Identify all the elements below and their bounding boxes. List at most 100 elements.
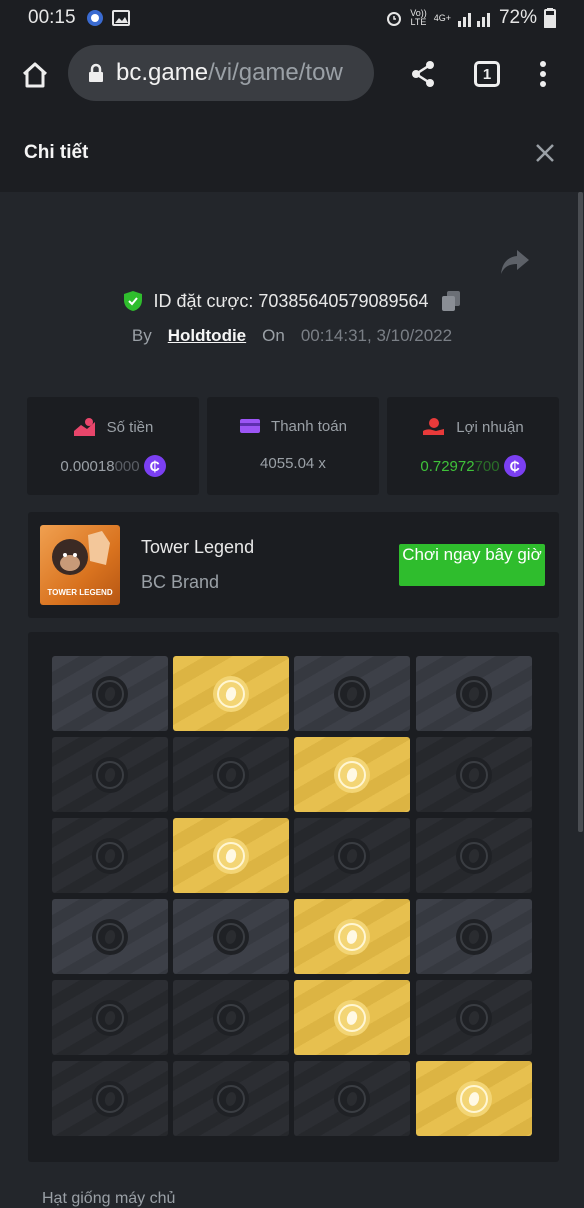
gallery-icon <box>111 10 130 26</box>
stat-amount: Số tiền 0.00018 000 ₵ <box>27 397 199 495</box>
network-type-label: 4G+ <box>433 13 451 23</box>
tile-revealed <box>294 737 410 812</box>
gem-icon <box>92 1000 128 1036</box>
volte-label: Vo)) LTE <box>410 8 427 27</box>
home-icon[interactable] <box>20 60 50 90</box>
thumb-label: TOWER LEGEND <box>47 588 113 597</box>
copy-icon[interactable] <box>441 290 461 312</box>
battery-percent: 72% <box>498 7 537 28</box>
stat-payout: Thanh toán 4055.04 x <box>207 397 379 495</box>
gem-icon <box>213 676 249 712</box>
tile-hidden <box>294 818 410 893</box>
tile-hidden <box>294 1061 410 1136</box>
verified-shield-icon <box>124 291 143 311</box>
tile-revealed <box>294 899 410 974</box>
tile-hidden <box>52 980 168 1055</box>
stat-label: Thanh toán <box>207 417 379 435</box>
game-thumbnail[interactable]: TOWER LEGEND <box>40 525 120 605</box>
bet-id-label: ID đặt cược: <box>153 290 254 311</box>
battery-icon <box>544 8 556 28</box>
gem-icon <box>213 1000 249 1036</box>
gem-icon <box>213 1081 249 1117</box>
wallet-icon <box>240 419 261 433</box>
address-bar[interactable]: bc.game/vi/game/tow <box>68 45 374 101</box>
gem-icon <box>92 919 128 955</box>
gem-icon <box>92 838 128 874</box>
share-icon[interactable] <box>410 60 436 88</box>
clock: 00:15 <box>28 7 76 28</box>
tile-hidden <box>416 656 532 731</box>
stat-profit: Lợi nhuận 0.72972 700 ₵ <box>387 397 559 495</box>
tile-hidden <box>173 1061 289 1136</box>
stat-value: 0.00018 000 ₵ <box>27 455 199 477</box>
gorilla-icon <box>52 531 110 575</box>
url-host: bc.game <box>116 59 209 86</box>
stat-label: Số tiền <box>27 417 199 437</box>
tile-hidden <box>52 899 168 974</box>
more-menu-icon[interactable] <box>538 60 548 88</box>
game-brand: BC Brand <box>141 572 220 592</box>
tile-hidden <box>416 899 532 974</box>
server-seed-label: Hạt giống máy chủ <box>42 1190 176 1207</box>
bet-byline: By Holdtodie On 00:14:31, 3/10/2022 <box>0 326 584 346</box>
gem-icon <box>334 1000 370 1036</box>
coin-icon: ₵ <box>143 455 166 477</box>
tile-hidden <box>294 656 410 731</box>
vpn-icon <box>86 10 103 26</box>
stat-label: Lợi nhuận <box>387 417 559 437</box>
tower-board <box>28 632 559 1162</box>
bet-datetime: 00:14:31, 3/10/2022 <box>300 326 453 345</box>
tile-hidden <box>52 737 168 812</box>
gem-icon <box>456 838 492 874</box>
tile-hidden <box>173 980 289 1055</box>
tile-revealed <box>294 980 410 1055</box>
alarm-icon <box>387 12 402 26</box>
scrollbar[interactable] <box>578 192 583 832</box>
stat-value: 4055.04 x <box>260 455 326 472</box>
status-bar: 00:15 Vo)) LTE 4G+ 72% <box>0 0 584 36</box>
gem-icon <box>92 757 128 793</box>
gem-icon <box>213 757 249 793</box>
profit-icon <box>423 418 445 435</box>
gem-icon <box>334 1081 370 1117</box>
tile-hidden <box>416 980 532 1055</box>
stat-value: 0.72972 700 ₵ <box>387 455 559 477</box>
gem-icon <box>334 757 370 793</box>
tile-hidden <box>52 1061 168 1136</box>
tile-hidden <box>52 818 168 893</box>
by-label: By <box>131 326 152 345</box>
gem-icon <box>456 919 492 955</box>
gem-icon <box>334 838 370 874</box>
game-card: TOWER LEGEND Tower Legend BC Brand Chơi … <box>28 512 559 618</box>
signal-icon <box>457 13 490 27</box>
gem-icon <box>456 676 492 712</box>
gem-icon <box>334 676 370 712</box>
game-name[interactable]: Tower Legend <box>141 537 254 558</box>
close-icon[interactable] <box>534 142 556 164</box>
tile-revealed <box>416 1061 532 1136</box>
gem-icon <box>92 676 128 712</box>
bet-amount-icon <box>73 418 95 436</box>
lock-icon <box>89 63 103 82</box>
bet-id-row: ID đặt cược: 70385640579089564 <box>0 290 584 312</box>
username-link[interactable]: Holdtodie <box>168 326 246 346</box>
play-now-button[interactable]: Chơi ngay bây giờ <box>399 544 545 586</box>
bet-id-value: 70385640579089564 <box>258 290 429 311</box>
panel-title: Chi tiết <box>24 142 89 163</box>
tab-switcher-button[interactable]: 1 <box>474 61 500 87</box>
gem-icon <box>334 919 370 955</box>
details-header: Chi tiết <box>0 114 584 192</box>
tile-revealed <box>173 818 289 893</box>
tile-hidden <box>52 656 168 731</box>
tile-hidden <box>416 818 532 893</box>
share-arrow-icon[interactable] <box>500 248 530 276</box>
tile-hidden <box>173 737 289 812</box>
tile-revealed <box>173 656 289 731</box>
gem-icon <box>456 1081 492 1117</box>
on-label: On <box>262 326 285 345</box>
coin-icon: ₵ <box>503 455 526 477</box>
gem-icon <box>456 757 492 793</box>
url-path: /vi/game/tow <box>208 59 343 86</box>
tile-hidden <box>416 737 532 812</box>
gem-icon <box>213 919 249 955</box>
